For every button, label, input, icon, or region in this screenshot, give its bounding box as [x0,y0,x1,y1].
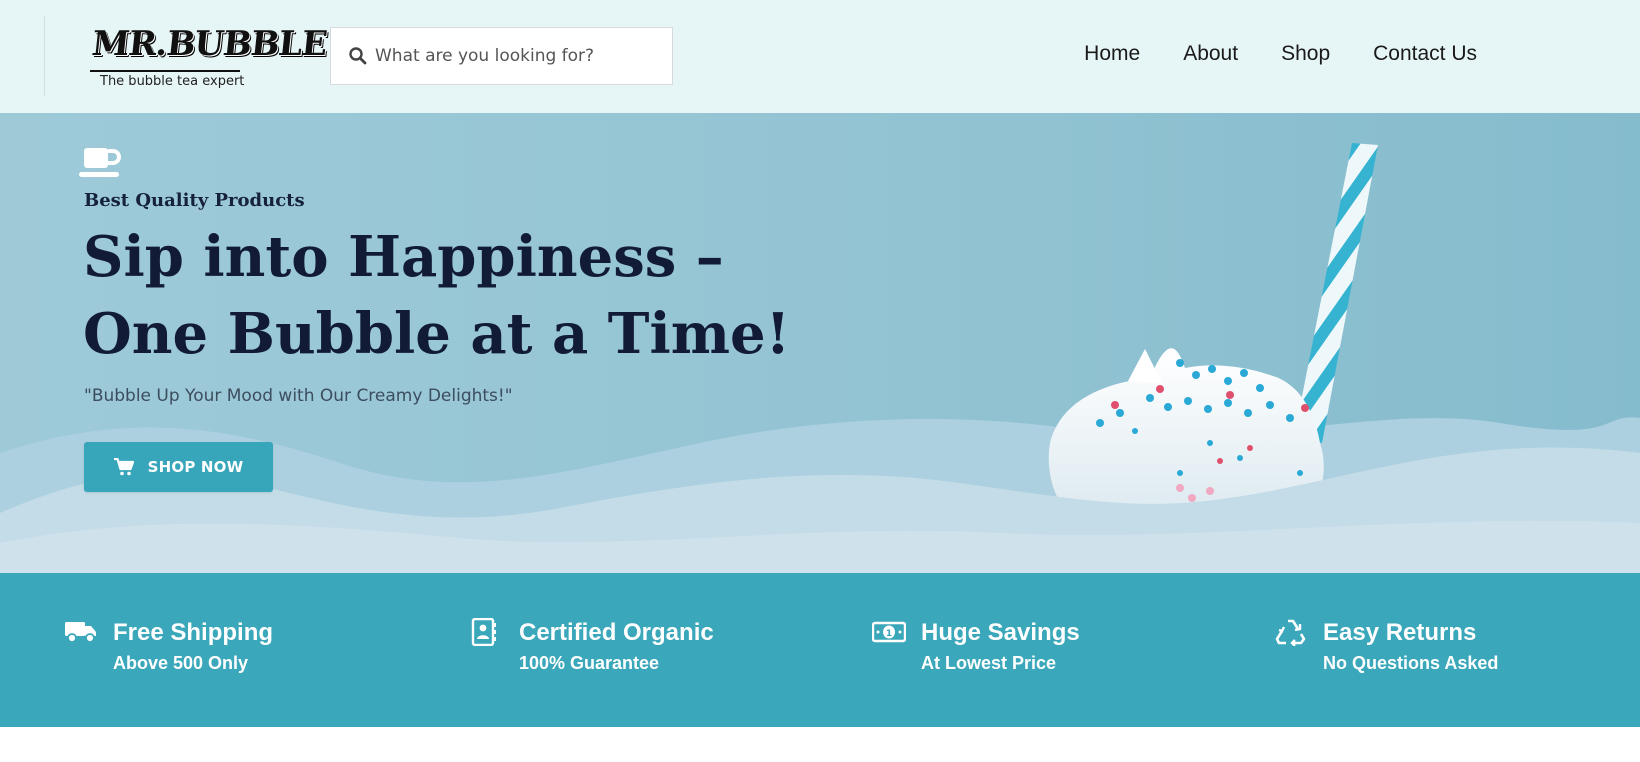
feature-title: Easy Returns [1323,619,1477,646]
feature-subtitle: No Questions Asked [1323,653,1499,673]
search-box [330,27,673,85]
nav-contact-us[interactable]: Contact Us [1373,42,1477,66]
recycle-icon [1275,619,1306,646]
feature-title: Free Shipping [113,619,274,646]
search-icon[interactable] [348,46,368,66]
money-bill-icon: 1 [872,621,906,643]
site-header: MR.BUBBLE The bubble tea expert Home Abo… [0,0,1640,113]
nav-shop[interactable]: Shop [1281,42,1330,66]
coffee-cup-icon [79,148,121,177]
header-divider [44,16,45,96]
search-input[interactable] [375,28,665,84]
features-band: Free Shipping Above 500 Only Certified O… [0,573,1640,727]
hero-title: Sip into Happiness – One Bubble at a Tim… [83,219,803,373]
hero-title-line-1: Sip into Happiness – [83,224,724,290]
hero-subtitle: "Bubble Up Your Mood with Our Creamy Del… [84,386,513,406]
logo-wordmark: MR.BUBBLE [89,24,329,64]
logo-underline [90,70,240,72]
feature-title: Huge Savings [921,619,1080,646]
hero-title-line-2: One Bubble at a Time! [83,301,791,367]
nav-about[interactable]: About [1183,42,1238,66]
feature-title: Certified Organic [519,619,714,646]
truck-icon [65,622,96,643]
site-logo[interactable]: MR.BUBBLE The bubble tea expert [88,20,329,94]
feature-subtitle: 100% Guarantee [519,653,660,673]
logo-tagline: The bubble tea expert [100,74,245,89]
contact-book-icon [471,618,496,646]
shop-now-button[interactable]: SHOP NOW [84,442,273,492]
nav-home[interactable]: Home [1084,42,1140,66]
shopping-cart-icon [113,458,134,476]
main-nav: Home About Shop Contact Us [1084,42,1477,66]
hero-banner: Best Quality Products Sip into Happiness… [0,113,1640,573]
hero-eyebrow: Best Quality Products [84,190,305,211]
shop-now-label: SHOP NOW [147,458,244,476]
feature-subtitle: At Lowest Price [921,653,1057,673]
svg-text:1: 1 [886,629,892,639]
feature-subtitle: Above 500 Only [113,653,249,673]
